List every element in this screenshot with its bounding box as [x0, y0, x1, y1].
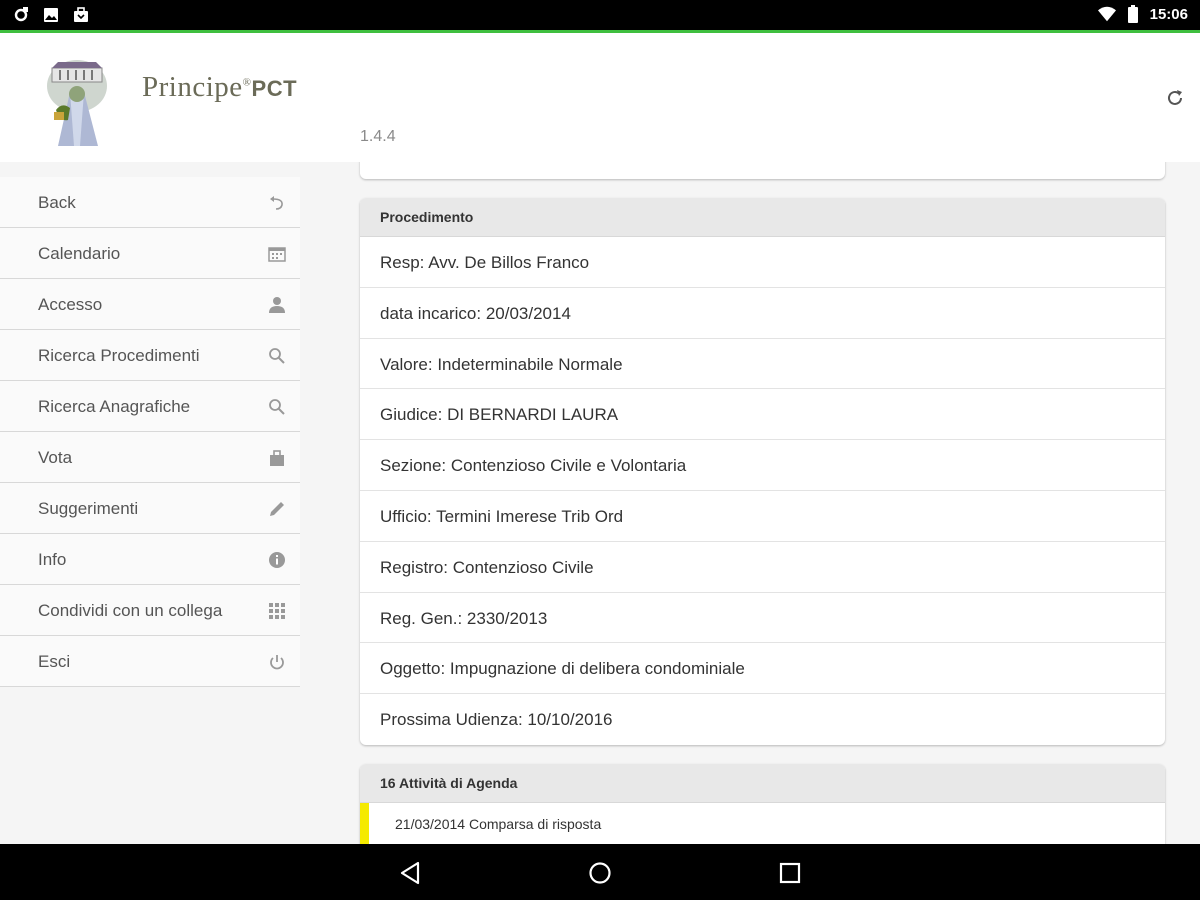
info-icon — [268, 551, 286, 569]
clock: 15:06 — [1149, 5, 1188, 23]
sidebar-item-esci[interactable]: Esci — [0, 636, 300, 687]
sidebar-item-label: Esci — [38, 652, 71, 671]
refresh-icon[interactable] — [1164, 87, 1186, 109]
pencil-icon — [268, 500, 286, 518]
power-icon — [268, 653, 286, 671]
status-bar: 15:06 — [0, 0, 1200, 30]
sidebar-item-back[interactable]: Back — [0, 177, 300, 228]
procedimento-row-ufficio: Ufficio: Termini Imerese Trib Ord — [360, 491, 1165, 542]
sidebar-item-label: Back — [38, 193, 76, 212]
sidebar-item-label: Ricerca Anagrafiche — [38, 397, 191, 416]
sidebar-item-label: Accesso — [38, 295, 103, 314]
sidebar-item-vota[interactable]: Vota — [0, 432, 300, 483]
sidebar-item-ricerca-procedimenti[interactable]: Ricerca Procedimenti — [0, 330, 300, 381]
status-right: 15:06 — [1097, 5, 1188, 23]
sidebar-item-label: Suggerimenti — [38, 499, 139, 518]
agenda-card: 16 Attività di Agenda 21/03/2014 Compars… — [360, 764, 1165, 844]
agenda-item[interactable]: 21/03/2014 Comparsa di risposta — [360, 803, 1165, 844]
image-icon — [42, 6, 60, 24]
sidebar-item-label: Condividi con un collega — [38, 601, 223, 620]
home-nav-icon[interactable] — [587, 860, 613, 886]
procedimento-row-prossima-udienza: Prossima Udienza: 10/10/2016 — [380, 710, 613, 730]
sidebar-item-label: Ricerca Procedimenti — [38, 346, 200, 365]
sync-icon — [12, 6, 30, 24]
sidebar-item-label: Vota — [38, 448, 73, 467]
status-left-icons — [12, 6, 90, 24]
wifi-icon — [1097, 5, 1116, 23]
procedimento-row-reg-gen: Reg. Gen.: 2330/2013 — [360, 593, 1165, 644]
sidebar-item-label: Calendario — [38, 244, 121, 263]
bag-icon — [72, 6, 90, 24]
sidebar-item-accesso[interactable]: Accesso — [0, 279, 300, 330]
app-logo — [40, 58, 114, 146]
procedimento-row-sezione: Sezione: Contenzioso Civile e Volontaria — [360, 440, 1165, 491]
agenda-title: 16 Attività di Agenda — [360, 764, 1165, 803]
sidebar-item-ricerca-anagrafiche[interactable]: Ricerca Anagrafiche — [0, 381, 300, 432]
sidebar-item-condividi[interactable]: Condividi con un collega — [0, 585, 300, 636]
app-header: Principe®PCT 1.4.4 — [0, 33, 1200, 162]
app-version: 1.4.4 — [360, 128, 396, 145]
navigation-bar — [0, 844, 1200, 900]
procedimento-row-resp: Resp: Avv. De Billos Franco — [360, 237, 1165, 288]
sidebar-item-label: Info — [38, 550, 67, 569]
sidebar-item-suggerimenti[interactable]: Suggerimenti — [0, 483, 300, 534]
main-content: Back Calendario Accesso Ricerca Procedim… — [0, 162, 1200, 844]
brand-name: Principe — [142, 71, 243, 103]
battery-icon — [1124, 5, 1142, 23]
sidebar-menu: Back Calendario Accesso Ricerca Procedim… — [0, 177, 300, 687]
brand-registered-mark: ® — [242, 76, 252, 89]
grid-icon — [268, 602, 286, 620]
sidebar-item-calendario[interactable]: Calendario — [0, 228, 300, 279]
user-icon — [268, 296, 286, 314]
procedimento-title: Procedimento — [360, 198, 1165, 237]
bag-icon — [268, 449, 286, 467]
sidebar-item-info[interactable]: Info — [0, 534, 300, 585]
search-icon — [268, 347, 286, 365]
procedimento-card: Procedimento Resp: Avv. De Billos Franco… — [360, 198, 1165, 745]
procedimento-row-oggetto: Oggetto: Impugnazione di delibera condom… — [360, 643, 1165, 695]
app-brand: Principe®PCT — [142, 71, 297, 104]
procedimento-row-registro: Registro: Contenzioso Civile — [360, 542, 1165, 593]
back-nav-icon[interactable] — [398, 860, 424, 886]
calendar-icon — [268, 245, 286, 263]
procedimento-row-valore: Valore: Indeterminabile Normale — [360, 339, 1165, 390]
search-icon — [268, 398, 286, 416]
procedimento-row-data-incarico: data incarico: 20/03/2014 — [360, 288, 1165, 339]
brand-suffix: PCT — [251, 76, 298, 101]
undo-icon — [268, 194, 286, 212]
recents-nav-icon[interactable] — [777, 860, 803, 886]
previous-card — [360, 162, 1165, 179]
procedimento-row-giudice: Giudice: DI BERNARDI LAURA — [360, 389, 1165, 441]
